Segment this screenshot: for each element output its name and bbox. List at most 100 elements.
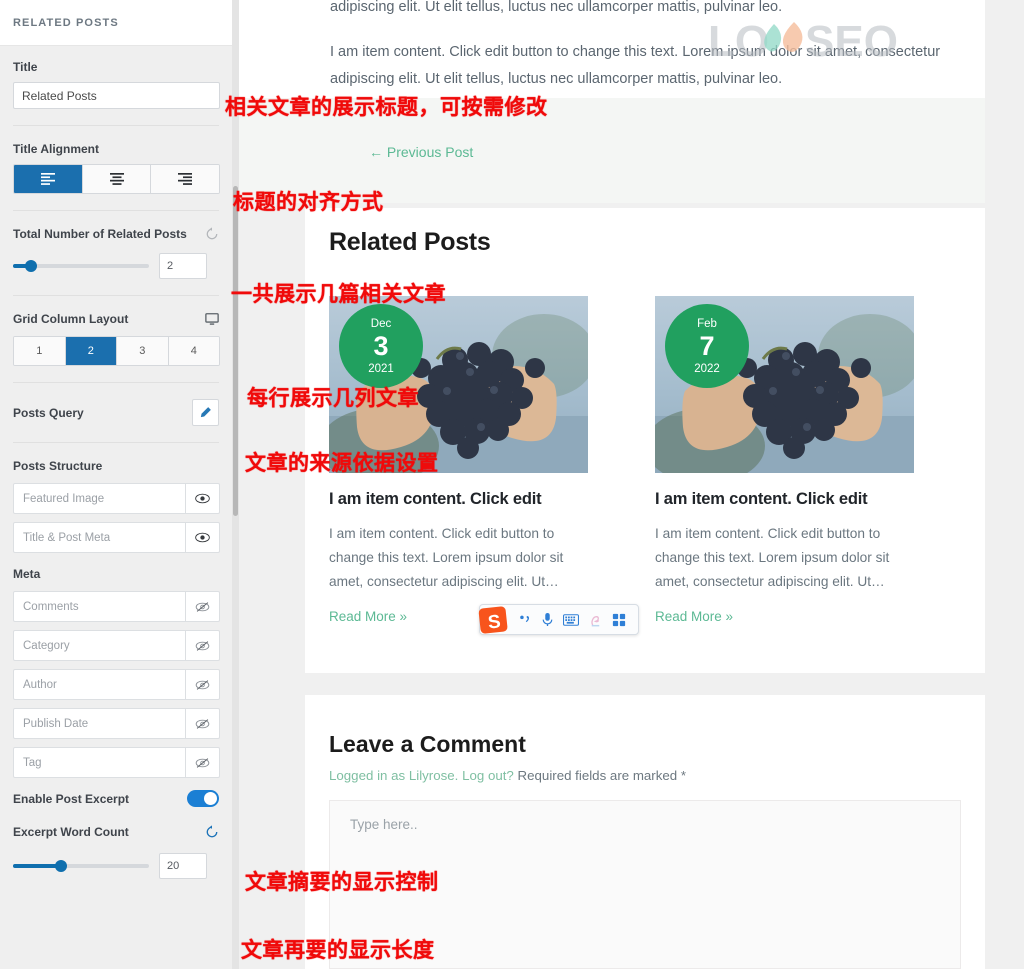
eye-off-icon-glyph bbox=[195, 601, 210, 612]
excerpt-word-count-value[interactable]: 20 bbox=[159, 853, 207, 879]
meta-row-tag[interactable]: Tag bbox=[13, 747, 220, 778]
title-input[interactable] bbox=[13, 82, 220, 109]
total-posts-value[interactable]: 2 bbox=[159, 253, 207, 279]
reset-icon[interactable] bbox=[205, 227, 219, 241]
post-paragraphs: adipiscing elit. Ut elit tellus, luctus … bbox=[302, 0, 1007, 93]
eye-off-icon-glyph bbox=[195, 757, 210, 768]
total-posts-slider[interactable] bbox=[13, 260, 149, 272]
post-paragraph-2-line2: adipiscing elit. Ut elit tellus, luctus … bbox=[330, 71, 783, 87]
handwriting-icon[interactable] bbox=[588, 612, 603, 627]
structure-row-title-post-meta[interactable]: Title & Post Meta bbox=[13, 522, 220, 553]
align-left-button[interactable] bbox=[14, 165, 83, 193]
related-post-card[interactable]: Feb 7 2022 I am item content. Click edit… bbox=[655, 296, 914, 626]
grid-columns-label: Grid Column Layout bbox=[13, 312, 129, 326]
eye-off-icon[interactable] bbox=[185, 592, 219, 621]
align-center-button[interactable] bbox=[82, 165, 152, 193]
eye-off-icon-glyph bbox=[195, 718, 210, 729]
section-total-posts: Total Number of Related Posts 2 bbox=[0, 227, 232, 279]
divider bbox=[13, 295, 219, 296]
apps-grid-icon[interactable] bbox=[612, 613, 626, 627]
punctuation-icon[interactable] bbox=[518, 613, 532, 627]
annotation-excerpt-toggle: 文章摘要的显示控制 bbox=[245, 871, 439, 894]
structure-row-label: Title & Post Meta bbox=[23, 531, 111, 544]
annotation-columns: 每行展示几列文章 bbox=[247, 387, 419, 410]
desktop-icon[interactable] bbox=[205, 312, 219, 326]
comment-heading: Leave a Comment bbox=[329, 731, 526, 757]
eye-off-icon[interactable] bbox=[185, 709, 219, 738]
grid-columns-group[interactable]: 1 2 3 4 bbox=[13, 336, 220, 366]
section-posts-query: Posts Query bbox=[0, 399, 232, 426]
meta-row-label: Comments bbox=[23, 600, 79, 613]
microphone-icon[interactable] bbox=[541, 612, 554, 627]
svg-text:S: S bbox=[487, 611, 502, 633]
enable-excerpt-toggle[interactable] bbox=[187, 790, 219, 807]
posts-structure-label: Posts Structure bbox=[13, 459, 103, 473]
section-title-alignment: Title Alignment bbox=[0, 142, 232, 194]
screen-root: RELATED POSTS Title Title Alignment bbox=[0, 0, 1024, 969]
date-month: Feb bbox=[697, 317, 717, 330]
reset-icon[interactable] bbox=[205, 825, 219, 839]
read-more-link[interactable]: Read More » bbox=[655, 609, 733, 624]
date-year: 2022 bbox=[694, 362, 720, 375]
section-grid-columns: Grid Column Layout 1 2 3 4 bbox=[0, 312, 232, 366]
divider bbox=[13, 125, 219, 126]
date-day: 7 bbox=[699, 330, 715, 361]
title-alignment-group[interactable] bbox=[13, 164, 220, 194]
structure-row-featured-image[interactable]: Featured Image bbox=[13, 483, 220, 514]
total-posts-slider-row[interactable]: 2 bbox=[13, 253, 219, 279]
post-thumbnail[interactable]: Feb 7 2022 bbox=[655, 296, 914, 473]
logout-link[interactable]: Log out? bbox=[462, 768, 514, 783]
meta-row-author[interactable]: Author bbox=[13, 669, 220, 700]
title-field-label: Title bbox=[13, 60, 38, 74]
section-title: Title bbox=[0, 46, 232, 109]
divider bbox=[13, 210, 219, 211]
post-paragraph-tail: adipiscing elit. Ut elit tellus, luctus … bbox=[330, 0, 783, 15]
previous-post-link[interactable]: ← Previous Post bbox=[369, 144, 473, 160]
sidebar-scrollbar[interactable] bbox=[232, 0, 239, 969]
eye-icon[interactable] bbox=[185, 523, 219, 552]
post-card-title[interactable]: I am item content. Click edit bbox=[655, 490, 914, 509]
eye-off-icon[interactable] bbox=[185, 631, 219, 660]
sogou-logo-icon[interactable]: S bbox=[476, 602, 512, 638]
grid-col-3-button[interactable]: 3 bbox=[117, 337, 169, 365]
section-meta: Meta Comments Category Author Publish Da… bbox=[0, 567, 232, 778]
sogou-ime-toolbar[interactable]: S bbox=[476, 602, 639, 638]
grid-col-4-button[interactable]: 4 bbox=[168, 337, 219, 365]
meta-label: Meta bbox=[13, 567, 41, 581]
grid-col-1-label: 1 bbox=[36, 345, 43, 357]
posts-query-edit-button[interactable] bbox=[192, 399, 219, 426]
date-month: Dec bbox=[370, 317, 392, 330]
grid-col-3-label: 3 bbox=[139, 345, 146, 357]
keyboard-icon[interactable] bbox=[563, 613, 579, 626]
excerpt-word-count-slider[interactable] bbox=[13, 860, 149, 872]
comment-card: Leave a Comment Logged in as Lilyrose. L… bbox=[305, 695, 985, 969]
grid-col-4-label: 4 bbox=[190, 345, 197, 357]
grid-col-2-button[interactable]: 2 bbox=[65, 337, 117, 365]
date-day: 3 bbox=[373, 330, 389, 361]
eye-icon[interactable] bbox=[185, 484, 219, 513]
section-enable-excerpt: Enable Post Excerpt bbox=[0, 790, 232, 807]
align-right-button[interactable] bbox=[151, 165, 219, 193]
post-date-badge: Dec 3 2021 bbox=[339, 304, 423, 388]
grid-col-1-button[interactable]: 1 bbox=[14, 337, 66, 365]
post-card-excerpt: I am item content. Click edit button to … bbox=[329, 526, 564, 589]
meta-row-publish-date[interactable]: Publish Date bbox=[13, 708, 220, 739]
eye-off-icon[interactable] bbox=[185, 670, 219, 699]
meta-row-label: Author bbox=[23, 678, 57, 691]
read-more-link[interactable]: Read More » bbox=[329, 609, 407, 624]
annotation-query-source: 文章的来源依据设置 bbox=[245, 452, 439, 475]
meta-row-label: Publish Date bbox=[23, 717, 89, 730]
meta-row-label: Tag bbox=[23, 756, 42, 769]
required-note: Required fields are marked * bbox=[517, 768, 687, 783]
meta-row-category[interactable]: Category bbox=[13, 630, 220, 661]
post-card-title[interactable]: I am item content. Click edit bbox=[329, 490, 588, 509]
sidebar-scrollbar-thumb[interactable] bbox=[233, 186, 238, 516]
excerpt-word-count-slider-row[interactable]: 20 bbox=[13, 853, 219, 879]
logged-in-text: Logged in as Lilyrose. bbox=[329, 768, 459, 783]
annotation-title-text: 相关文章的展示标题，可按需修改 bbox=[225, 96, 548, 119]
post-paragraph-2-line1: I am item content. Click edit button to … bbox=[330, 44, 941, 60]
logged-in-line: Logged in as Lilyrose. Log out? Required… bbox=[329, 768, 686, 783]
meta-row-comments[interactable]: Comments bbox=[13, 591, 220, 622]
eye-off-icon-glyph bbox=[195, 640, 210, 651]
eye-off-icon[interactable] bbox=[185, 748, 219, 777]
